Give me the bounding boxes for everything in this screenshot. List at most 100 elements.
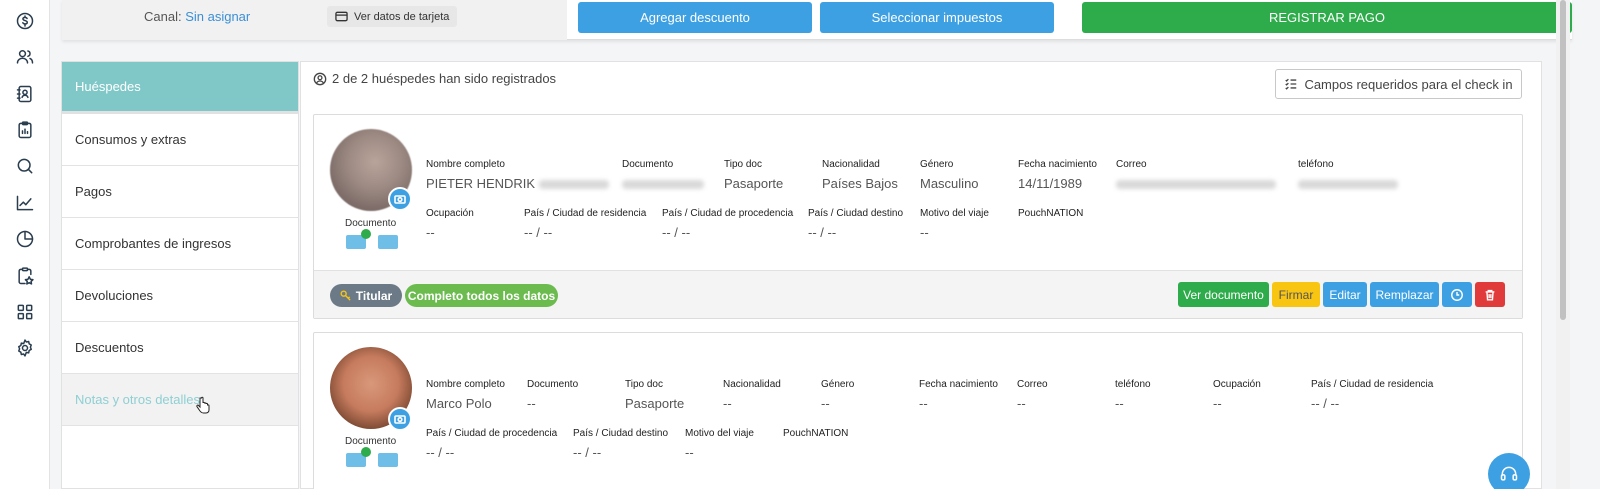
- guest-name-value: PIETER HENDRIK: [426, 176, 536, 191]
- holder-badge-label: Titular: [355, 288, 393, 303]
- field-gender: Género --: [821, 379, 855, 411]
- id-card-front-icon[interactable]: [346, 447, 371, 467]
- field-pouchnation: PouchNATION: [783, 428, 849, 439]
- field-nationality: Nacionalidad --: [723, 379, 781, 411]
- view-card-data-button[interactable]: Ver datos de tarjeta: [327, 6, 458, 27]
- checklist-icon: [1285, 78, 1297, 90]
- reservation-side-menu: Huéspedes Consumos y extras Pagos Compro…: [61, 61, 299, 489]
- field-doc-type: Tipo doc Pasaporte: [724, 159, 784, 191]
- scrollbar-thumb[interactable]: [1560, 0, 1566, 320]
- id-card-front-icon[interactable]: [346, 229, 371, 249]
- holder-badge: Titular: [330, 284, 402, 307]
- user-circle-icon: [313, 72, 327, 85]
- field-occupation: Ocupación --: [1213, 379, 1261, 411]
- top-action-bar: Canal: Sin asignar Ver datos de tarjeta …: [62, 0, 1572, 40]
- key-icon: [340, 290, 351, 301]
- menu-item-guests[interactable]: Huéspedes: [62, 62, 298, 114]
- field-document: Documento: [622, 159, 704, 191]
- headset-icon: [1500, 466, 1518, 481]
- menu-item-notes[interactable]: Notas y otros detalles: [62, 374, 298, 426]
- camera-badge-icon[interactable]: [388, 407, 412, 431]
- field-origin: País / Ciudad de procedencia -- / --: [426, 428, 558, 460]
- check-badge-icon: [361, 447, 371, 457]
- search-icon[interactable]: [14, 155, 36, 177]
- view-document-button[interactable]: Ver documento: [1178, 282, 1269, 307]
- document-icons: [346, 447, 398, 467]
- menu-item-payments[interactable]: Pagos: [62, 166, 298, 218]
- replace-button[interactable]: Remplazar: [1370, 282, 1439, 307]
- menu-item-income-receipts[interactable]: Comprobantes de ingresos: [62, 218, 298, 270]
- register-payment-button[interactable]: REGISTRAR PAGO: [1082, 2, 1572, 33]
- apps-grid-icon[interactable]: [14, 301, 36, 323]
- line-chart-icon[interactable]: [14, 192, 36, 214]
- users-icon[interactable]: [14, 46, 36, 68]
- clipboard-star-icon[interactable]: [14, 265, 36, 287]
- pie-chart-icon[interactable]: [14, 228, 36, 250]
- dollar-icon[interactable]: [14, 10, 36, 32]
- channel-value-link[interactable]: Sin asignar: [185, 9, 250, 24]
- guests-panel: 2 de 2 huéspedes han sido registrados Ca…: [300, 61, 1542, 489]
- field-birth-date: Fecha nacimiento --: [919, 379, 998, 411]
- redacted-document: [622, 180, 704, 190]
- select-taxes-button[interactable]: Seleccionar impuestos: [820, 2, 1054, 33]
- field-name: Nombre completo Marco Polo: [426, 379, 505, 411]
- field-destination: País / Ciudad destino -- / --: [808, 208, 904, 240]
- guest-card: Documento Nombre completo Marco Polo Docu…: [313, 332, 1523, 489]
- field-residence: País / Ciudad de residencia -- / --: [1311, 379, 1434, 411]
- id-card-back-icon[interactable]: [378, 453, 398, 467]
- page-scrollbar[interactable]: [1556, 0, 1570, 489]
- field-residence: País / Ciudad de residencia -- / --: [524, 208, 647, 240]
- trash-icon: [1485, 289, 1495, 301]
- registered-count: 2 de 2 huéspedes han sido registrados: [313, 71, 556, 86]
- field-origin: País / Ciudad de procedencia -- / --: [662, 208, 794, 240]
- redacted-phone: [1298, 180, 1398, 190]
- menu-item-discounts[interactable]: Descuentos: [62, 322, 298, 374]
- field-phone: teléfono --: [1115, 379, 1151, 411]
- history-clock-button[interactable]: [1442, 282, 1472, 307]
- edit-button[interactable]: Editar: [1323, 282, 1367, 307]
- channel-info: Canal: Sin asignar: [144, 9, 250, 24]
- channel-panel: Canal: Sin asignar Ver datos de tarjeta: [62, 0, 567, 40]
- registered-count-text: 2 de 2 huéspedes han sido registrados: [332, 71, 557, 86]
- add-discount-button[interactable]: Agregar descuento: [578, 2, 812, 33]
- required-fields-label: Campos requeridos para el check in: [1304, 76, 1513, 92]
- field-email: Correo --: [1017, 379, 1048, 411]
- field-document: Documento --: [527, 379, 579, 411]
- support-chat-button[interactable]: [1488, 453, 1530, 489]
- complete-data-badge: Completo todos los datos: [405, 284, 558, 307]
- view-card-data-label: Ver datos de tarjeta: [354, 10, 450, 23]
- id-card-back-icon[interactable]: [378, 235, 398, 249]
- field-occupation: Ocupación --: [426, 208, 474, 240]
- sign-button[interactable]: Firmar: [1272, 282, 1320, 307]
- field-destination: País / Ciudad destino -- / --: [573, 428, 669, 460]
- credit-card-icon: [335, 11, 348, 22]
- field-birth-date: Fecha nacimiento 14/11/1989: [1018, 159, 1097, 191]
- channel-label: Canal:: [144, 9, 182, 24]
- contacts-book-icon[interactable]: [14, 83, 36, 105]
- hand-pointer-cursor-icon: [196, 396, 210, 413]
- camera-badge-icon[interactable]: [388, 187, 412, 211]
- settings-gear-icon[interactable]: [14, 337, 36, 359]
- guest-card-footer: Titular Completo todos los datos Ver doc…: [314, 270, 1522, 318]
- field-name: Nombre completo PIETER HENDRIK: [426, 159, 609, 191]
- field-travel-reason: Motivo del viaje --: [685, 428, 754, 460]
- document-icons: [346, 229, 398, 249]
- field-phone: teléfono: [1298, 159, 1398, 191]
- redacted-email: [1116, 180, 1276, 190]
- field-gender: Género Masculino: [920, 159, 979, 191]
- menu-item-consumptions[interactable]: Consumos y extras: [62, 114, 298, 166]
- delete-button[interactable]: [1475, 282, 1505, 307]
- icon-rail: [0, 0, 50, 489]
- field-travel-reason: Motivo del viaje --: [920, 208, 989, 240]
- required-fields-button[interactable]: Campos requeridos para el check in: [1275, 69, 1522, 99]
- field-nationality: Nacionalidad Países Bajos: [822, 159, 898, 191]
- check-badge-icon: [361, 229, 371, 239]
- document-label: Documento: [345, 218, 397, 229]
- clipboard-report-icon[interactable]: [14, 119, 36, 141]
- clock-icon: [1451, 288, 1463, 301]
- menu-item-notes-label: Notas y otros detalles: [75, 392, 201, 407]
- field-pouchnation: PouchNATION: [1018, 208, 1084, 219]
- field-doc-type: Tipo doc Pasaporte: [625, 379, 685, 411]
- menu-item-refunds[interactable]: Devoluciones: [62, 270, 298, 322]
- guest-card: Documento Nombre completo PIETER HENDRIK …: [313, 114, 1523, 319]
